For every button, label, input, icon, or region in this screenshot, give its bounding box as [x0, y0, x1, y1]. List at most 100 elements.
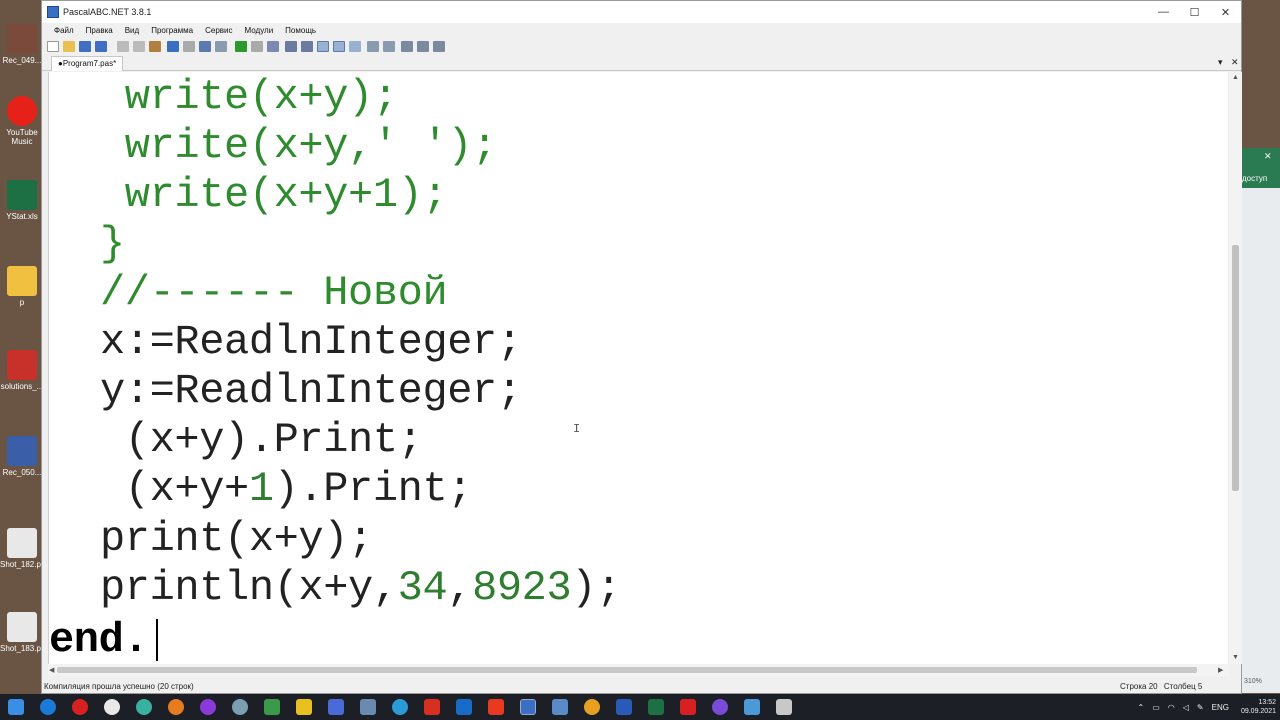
video-file-icon: [7, 436, 37, 466]
vertical-scroll-thumb[interactable]: [1232, 245, 1239, 491]
locals-icon[interactable]: [433, 40, 445, 52]
code-text: print(x+y);: [100, 515, 373, 563]
windows-start-icon[interactable]: [8, 699, 24, 715]
watch-icon[interactable]: [401, 40, 413, 52]
tab-list-dropdown-icon[interactable]: ▾: [1218, 57, 1223, 68]
video-file-icon: [7, 24, 37, 54]
excel-file-icon: [7, 180, 37, 210]
menu-service[interactable]: Сервис: [199, 26, 238, 35]
app-icon[interactable]: [584, 699, 600, 715]
split-view-icon[interactable]: [333, 40, 345, 52]
network-icon[interactable]: ⌃: [1138, 703, 1145, 712]
redo-icon[interactable]: [183, 40, 195, 52]
format-code-icon[interactable]: [349, 40, 361, 52]
tab-close-icon[interactable]: ✕: [1231, 57, 1239, 68]
close-button[interactable]: ✕: [1210, 1, 1241, 23]
wifi-icon[interactable]: ◠: [1168, 703, 1175, 712]
app-icon[interactable]: [776, 699, 792, 715]
menu-edit[interactable]: Правка: [80, 26, 119, 35]
telegram-icon[interactable]: [392, 699, 408, 715]
menu-file[interactable]: Файл: [48, 26, 80, 35]
code-line-7: y:=ReadlnInteger;: [100, 366, 522, 416]
menu-modules[interactable]: Модули: [239, 26, 280, 35]
title-bar: PascalABC.NET 3.8.1 — ☐ ✕: [42, 1, 1241, 23]
open-folder-icon[interactable]: [63, 40, 75, 52]
save-all-icon[interactable]: [95, 40, 107, 52]
outlook-icon[interactable]: [456, 699, 472, 715]
save-app-icon[interactable]: [328, 699, 344, 715]
windows-store-icon[interactable]: [488, 699, 504, 715]
code-line-8: (x+y).Print;: [100, 415, 423, 465]
step-into-icon[interactable]: [285, 40, 297, 52]
yandex-browser-icon[interactable]: [104, 699, 120, 715]
scroll-left-icon[interactable]: ◀: [49, 666, 54, 674]
desktop-icon-shot-182[interactable]: Shot_182.p...: [0, 528, 44, 569]
tab-label: ●Program7.pas*: [58, 59, 117, 68]
replace-icon[interactable]: [215, 40, 227, 52]
maximize-button[interactable]: ☐: [1179, 1, 1210, 23]
paste-icon[interactable]: [149, 40, 161, 52]
viber-icon[interactable]: [712, 699, 728, 715]
language-indicator[interactable]: ENG: [1212, 703, 1229, 712]
clock[interactable]: 13:52 09.09.2021: [1241, 698, 1276, 716]
word-icon[interactable]: [616, 699, 632, 715]
browser-icon[interactable]: [232, 699, 248, 715]
maps-icon[interactable]: [264, 699, 280, 715]
desktop-icon-ystat[interactable]: YStat.xls: [0, 180, 44, 221]
camera-icon[interactable]: [360, 699, 376, 715]
minimize-button[interactable]: —: [1148, 1, 1179, 23]
scroll-up-icon[interactable]: ▲: [1232, 74, 1239, 81]
breakpoint-icon[interactable]: [417, 40, 429, 52]
menu-view[interactable]: Вид: [119, 26, 145, 35]
image-file-icon: [7, 612, 37, 642]
scroll-down-icon[interactable]: ▼: [1232, 654, 1239, 661]
step-over-icon[interactable]: [301, 40, 313, 52]
firefox-icon[interactable]: [168, 699, 184, 715]
menu-help[interactable]: Помощь: [279, 26, 322, 35]
code-number: 1: [248, 465, 274, 513]
desktop-icon-label: Shot_182.p...: [0, 560, 44, 569]
vertical-scrollbar[interactable]: ▲ ▼: [1229, 72, 1242, 664]
new-file-icon[interactable]: [47, 40, 59, 52]
horizontal-scrollbar[interactable]: ◀ ▶: [48, 664, 1229, 676]
opera-icon[interactable]: [72, 699, 88, 715]
settings-icon[interactable]: [383, 40, 395, 52]
tab-program7[interactable]: ●Program7.pas*: [51, 56, 124, 71]
output-window-icon[interactable]: [317, 40, 329, 52]
copy-icon[interactable]: [133, 40, 145, 52]
app-icon[interactable]: [136, 699, 152, 715]
document-app-icon[interactable]: [552, 699, 568, 715]
horizontal-scroll-thumb[interactable]: [57, 667, 1197, 673]
menu-program[interactable]: Программа: [145, 26, 199, 35]
pen-icon[interactable]: ✎: [1197, 703, 1204, 712]
save-icon[interactable]: [79, 40, 91, 52]
tor-browser-icon[interactable]: [200, 699, 216, 715]
desktop-icon-rec-049[interactable]: Rec_049...: [0, 24, 44, 65]
pdf-reader-icon[interactable]: [680, 699, 696, 715]
excel-icon[interactable]: [648, 699, 664, 715]
app-icon[interactable]: [744, 699, 760, 715]
code-line-1: write(x+y);: [100, 72, 398, 122]
scroll-right-icon[interactable]: ▶: [1218, 666, 1223, 674]
battery-icon[interactable]: ▭: [1152, 703, 1160, 712]
desktop-icon-shot-183[interactable]: Shot_183.p...: [0, 612, 44, 653]
run-icon[interactable]: [235, 40, 247, 52]
desktop-icon-p[interactable]: p: [0, 266, 44, 307]
edge-icon[interactable]: [40, 699, 56, 715]
pascalabc-taskbar-icon[interactable]: [520, 699, 536, 715]
code-editor[interactable]: write(x+y); write(x+y,' '); write(x+y+1)…: [48, 72, 1228, 664]
app-icon[interactable]: [296, 699, 312, 715]
banner-close-button[interactable]: ✕: [1264, 151, 1272, 162]
desktop-icon-rec-050[interactable]: Rec_050...: [0, 436, 44, 477]
code-text: .: [123, 616, 149, 664]
dx-icon[interactable]: [424, 699, 440, 715]
volume-icon[interactable]: ◁: [1183, 703, 1189, 712]
desktop-icon-solutions[interactable]: solutions_...: [0, 350, 44, 391]
debug-icon[interactable]: [367, 40, 379, 52]
find-icon[interactable]: [199, 40, 211, 52]
stop-icon[interactable]: [251, 40, 263, 52]
compile-icon[interactable]: [267, 40, 279, 52]
desktop-icon-youtube-music[interactable]: YouTube Music: [0, 96, 44, 146]
cut-icon[interactable]: [117, 40, 129, 52]
undo-icon[interactable]: [167, 40, 179, 52]
